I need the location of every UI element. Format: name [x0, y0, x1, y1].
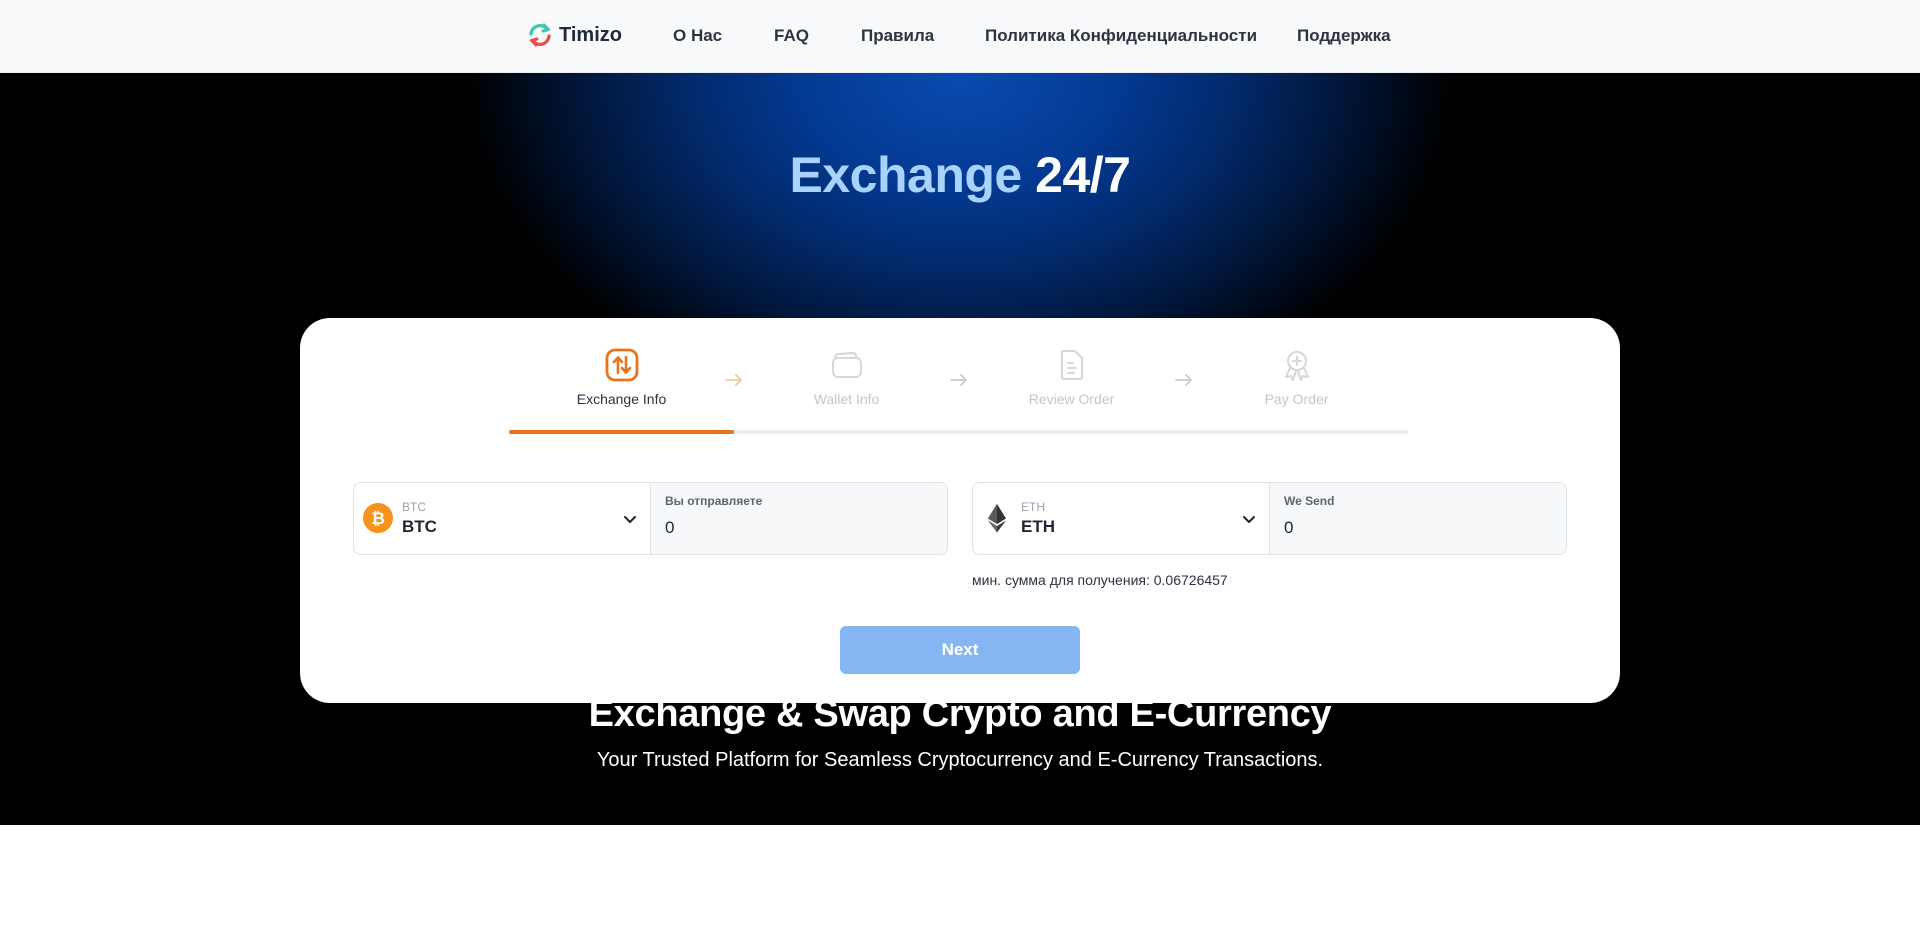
step-indicator: Exchange Info Wallet Info Review Order P… — [509, 348, 1409, 410]
hero-title: Exchange 24/7 — [0, 146, 1920, 204]
ethereum-icon — [988, 504, 1006, 533]
step-label: Review Order — [1028, 391, 1115, 407]
nav-link-about[interactable]: О Нас — [673, 26, 722, 46]
nav-link-support[interactable]: Поддержка — [1297, 26, 1391, 46]
section-subtitle: Your Trusted Platform for Seamless Crypt… — [596, 749, 1324, 771]
step-pay-order[interactable]: Pay Order — [1184, 348, 1409, 407]
receive-amount-input[interactable] — [1284, 515, 1544, 541]
receive-amount-wrapper: We Send — [1270, 483, 1566, 554]
receive-exchange-box: ETH ETH We Send — [972, 482, 1567, 555]
step-review-order[interactable]: Review Order — [959, 348, 1184, 407]
document-icon — [1060, 350, 1083, 380]
brand-logo-link[interactable]: Timizo — [527, 22, 622, 48]
send-coin-ticker: BTC — [402, 500, 426, 514]
top-navbar: Timizo О Нас FAQ Правила Политика Конфид… — [0, 0, 1920, 73]
step-exchange-info[interactable]: Exchange Info — [509, 348, 734, 407]
receive-coin-ticker: ETH — [1021, 500, 1045, 514]
progress-bar-fill — [509, 430, 734, 434]
wallet-icon — [831, 351, 862, 378]
brand-name: Timizo — [559, 23, 622, 46]
send-exchange-box: ₿ BTC BTC Вы отправляете — [353, 482, 948, 555]
next-button[interactable]: Next — [840, 626, 1080, 674]
send-coin-select[interactable]: ₿ BTC BTC — [354, 483, 651, 554]
minimum-amount-note: мин. сумма для получения: 0.06726457 — [972, 572, 1228, 588]
refresh-logo-icon — [529, 23, 551, 47]
exchange-card: Exchange Info Wallet Info Review Order P… — [300, 318, 1620, 703]
hero-title-part1: Exchange — [789, 147, 1023, 203]
send-amount-label: Вы отправляете — [665, 494, 763, 508]
step-label: Wallet Info — [813, 391, 880, 407]
hero-section: Exchange 24/7 Exchange Info Wallet Info … — [0, 73, 1920, 825]
send-coin-name: BTC — [402, 517, 437, 536]
nav-link-faq[interactable]: FAQ — [774, 26, 809, 46]
receive-amount-label: We Send — [1284, 494, 1335, 508]
step-wallet-info[interactable]: Wallet Info — [734, 348, 959, 407]
progress-bar — [509, 430, 1409, 434]
send-amount-wrapper: Вы отправляете — [651, 483, 947, 554]
send-amount-input[interactable] — [665, 515, 925, 541]
svg-text:₿: ₿ — [371, 509, 385, 528]
chevron-down-icon — [1243, 516, 1255, 523]
nav-link-privacy[interactable]: Политика Конфиденциальности — [985, 26, 1257, 46]
nav-link-rules[interactable]: Правила — [861, 26, 934, 46]
exchange-arrows-icon — [605, 348, 638, 382]
chevron-down-icon — [624, 516, 636, 523]
section-title: Exchange & Swap Crypto and E-Currency — [588, 693, 1332, 735]
step-label: Pay Order — [1264, 391, 1329, 407]
receive-coin-select[interactable]: ETH ETH — [973, 483, 1270, 554]
award-badge-icon — [1284, 351, 1309, 381]
bitcoin-icon: ₿ — [363, 503, 393, 533]
hero-title-part2: 24/7 — [1035, 147, 1131, 203]
receive-coin-name: ETH — [1021, 517, 1055, 536]
step-label: Exchange Info — [576, 391, 667, 407]
